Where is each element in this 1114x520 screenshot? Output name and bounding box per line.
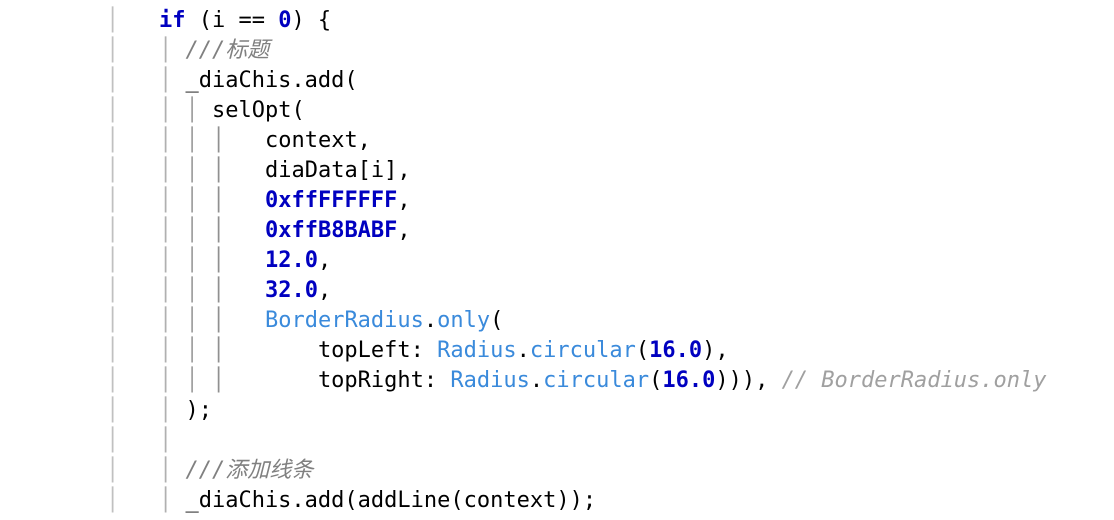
comment-trailing: // BorderRadius.only [782,368,1047,393]
number-literal: 0 [278,8,291,33]
code-block: │ if (i == 0) { │ │ ///标题 │ │ _diaChis.a… [0,0,1114,516]
method-circular: circular [530,338,636,363]
number-literal: 16.0 [662,368,715,393]
code-line: │ │ _diaChis.add( [0,68,358,93]
number-literal: 32.0 [265,278,318,303]
number-literal: 12.0 [265,248,318,273]
method-circular: circular [543,368,649,393]
code-line: │ │ ); [0,398,212,423]
type-radius: Radius [450,368,529,393]
type-borderradius: BorderRadius [265,308,424,333]
code-line: │ │ │ │ context, [0,128,371,153]
code-line: │ │ │ │ diaData[i], [0,158,411,183]
number-literal: 0xffB8BABF [265,218,397,243]
code-line: │ │ │ │ BorderRadius.only( [0,308,503,333]
type-radius: Radius [437,338,516,363]
code-line: │ │ │ │ 0xffFFFFFF, [0,188,411,213]
comment: ///标题 [185,38,269,63]
code-line: │ if (i == 0) { [0,8,331,33]
code-line: │ │ │ │ topRight: Radius.circular(16.0))… [0,368,1046,393]
code-line: │ │ │ │ 0xffB8BABF, [0,218,411,243]
method-only: only [437,308,490,333]
code-line: │ │ ///标题 [0,38,269,63]
code-line: │ │ │ │ 32.0, [0,278,331,303]
number-literal: 16.0 [649,338,702,363]
code-line: │ │ │ │ 12.0, [0,248,331,273]
code-line: │ │ ///添加线条 [0,458,313,483]
comment: ///添加线条 [185,458,313,483]
code-line: │ │ [0,428,185,453]
code-line: │ │ _diaChis.add(addLine(context)); [0,488,596,513]
code-line: │ │ │ │ topLeft: Radius.circular(16.0), [0,338,729,363]
code-line: │ │ │ selOpt( [0,98,305,123]
number-literal: 0xffFFFFFF [265,188,397,213]
keyword-if: if [159,8,186,33]
